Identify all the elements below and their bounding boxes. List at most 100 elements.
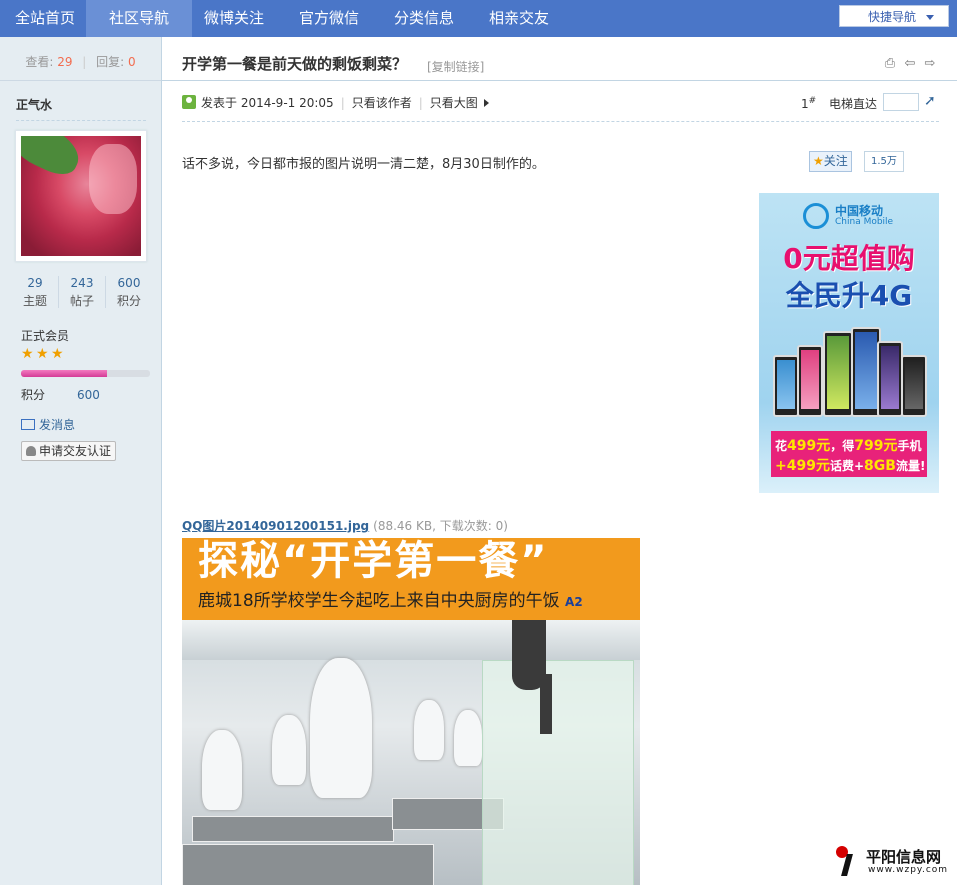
thread-stats: 查看: 29 | 回复: 0 bbox=[0, 37, 161, 81]
attachment-image[interactable]: 探秘“开学第一餐” 鹿城18所学校学生今起吃上来自中央厨房的午饭 A2 bbox=[182, 538, 640, 885]
author-divider bbox=[16, 120, 146, 121]
jump-arrow-icon[interactable]: ➚ bbox=[924, 93, 940, 109]
nav-home[interactable]: 全站首页 bbox=[15, 0, 75, 37]
stat-posts-value: 243 bbox=[70, 276, 94, 290]
floor-number: 1# bbox=[801, 96, 816, 111]
phone-image bbox=[823, 331, 853, 417]
score-value: 600 bbox=[77, 388, 100, 402]
ad-promo-price: +499元 bbox=[775, 458, 830, 474]
prev-thread-icon[interactable]: ⇦ bbox=[903, 57, 917, 71]
china-mobile-ad[interactable]: 中国移动 China Mobile 0元超值购 全民升4G 花499元，得799… bbox=[759, 193, 939, 493]
stat-score-value: 600 bbox=[117, 276, 141, 290]
stat-threads-label: 主题 bbox=[22, 294, 47, 308]
send-message-link[interactable]: 发消息 bbox=[21, 416, 75, 433]
follow-count: 1.5万 bbox=[864, 151, 904, 172]
ad-promo-price: 499元 bbox=[787, 438, 831, 454]
avatar-splash bbox=[89, 144, 137, 214]
elevator-label: 电梯直达 bbox=[829, 97, 878, 111]
nav-classifieds[interactable]: 分类信息 bbox=[394, 0, 454, 37]
play-icon[interactable] bbox=[483, 99, 489, 107]
post-info: 发表于 2014-9-1 20:05 | 只看该作者 | 只看大图 bbox=[182, 95, 489, 111]
watermark-logo-icon bbox=[830, 844, 860, 876]
ad-promo-text: ，得 bbox=[830, 439, 855, 453]
photo-worker bbox=[272, 715, 306, 785]
stat-threads[interactable]: 29 主题 bbox=[12, 274, 58, 310]
ad-headline-2: 全民升4G bbox=[785, 279, 913, 312]
follow-button[interactable]: ★关注 bbox=[809, 151, 852, 172]
floor-value: 1 bbox=[801, 97, 809, 111]
nav-community[interactable]: 社区导航 bbox=[86, 0, 193, 37]
replies-count: 0 bbox=[128, 55, 136, 69]
attachment-info: QQ图片20140901200151.jpg (88.46 KB, 下载次数: 0… bbox=[182, 517, 508, 534]
chevron-down-icon bbox=[926, 15, 934, 20]
rank-progress-fill bbox=[21, 370, 108, 377]
avatar-image bbox=[21, 136, 141, 256]
phone-image bbox=[797, 345, 823, 417]
nav-weibo[interactable]: 微博关注 bbox=[204, 0, 264, 37]
print-icon[interactable]: ⎙ bbox=[883, 57, 897, 71]
stat-posts-label: 帖子 bbox=[69, 294, 94, 308]
floor-sup: # bbox=[808, 96, 817, 106]
follow-label: 关注 bbox=[823, 154, 848, 168]
top-nav: 全站首页 社区导航 微博关注 官方微信 分类信息 相亲交友 快捷导航 bbox=[0, 0, 957, 37]
photo-worker bbox=[310, 658, 372, 798]
post-time: 发表于 2014-9-1 20:05 bbox=[201, 96, 334, 110]
avatar[interactable] bbox=[15, 130, 147, 262]
ad-promo-price: 8GB bbox=[864, 458, 896, 474]
user-group[interactable]: 正式会员 bbox=[21, 327, 69, 344]
online-status-icon bbox=[182, 95, 196, 109]
photo-packaging bbox=[482, 660, 634, 885]
nav-dating[interactable]: 相亲交友 bbox=[489, 0, 549, 37]
envelope-icon bbox=[21, 419, 35, 430]
header-tools: ⎙ ⇦ ⇨ bbox=[877, 56, 937, 71]
only-author-link[interactable]: 只看该作者 bbox=[352, 96, 412, 110]
send-message-label: 发消息 bbox=[39, 418, 76, 432]
author-sidebar: 查看: 29 | 回复: 0 正气水 29 主题 243 帖子 600 积分 正… bbox=[0, 37, 162, 885]
newspaper-subtitle-text: 鹿城18所学校学生今起吃上来自中央厨房的午饭 bbox=[198, 591, 560, 611]
attachment-meta: (88.46 KB, 下载次数: 0) bbox=[373, 519, 508, 533]
score-label: 积分 bbox=[21, 388, 46, 402]
ad-headline-1: 0元超值购 bbox=[783, 242, 915, 275]
photo-worker bbox=[202, 730, 242, 810]
apply-friend-label: 申请交友认证 bbox=[39, 444, 112, 458]
ad-promo-line-2: +499元话费+8GB流量! bbox=[775, 455, 925, 475]
china-mobile-logo-icon bbox=[803, 203, 829, 229]
only-big-image-link[interactable]: 只看大图 bbox=[430, 96, 478, 110]
nav-wechat[interactable]: 官方微信 bbox=[299, 0, 359, 37]
rank-star-icon: ★ bbox=[36, 346, 49, 362]
watermark-name: 平阳信息网 bbox=[866, 848, 942, 866]
ad-promo-text: 手机 bbox=[897, 439, 922, 453]
ad-brand-en: China Mobile bbox=[835, 217, 894, 227]
photo-trays bbox=[192, 816, 394, 842]
post-body: 话不多说，今日都市报的图片说明一清二楚，8月30日制作的。 bbox=[182, 157, 545, 172]
star-icon: ★ bbox=[813, 154, 824, 168]
next-thread-icon[interactable]: ⇨ bbox=[923, 57, 937, 71]
attachment-link[interactable]: QQ图片20140901200151.jpg bbox=[182, 519, 369, 533]
score-row: 积分 600 bbox=[21, 386, 100, 403]
author-stats: 29 主题 243 帖子 600 积分 bbox=[12, 274, 152, 314]
phone-image bbox=[773, 355, 799, 417]
rank-progress bbox=[21, 370, 150, 377]
apply-friend-button[interactable]: 申请交友认证 bbox=[21, 441, 117, 461]
quick-nav-dropdown[interactable]: 快捷导航 bbox=[839, 5, 949, 27]
avatar-leaf bbox=[21, 136, 87, 181]
site-watermark: 平阳信息网 www.wzpy.com bbox=[830, 844, 950, 880]
ad-logo: 中国移动 China Mobile bbox=[803, 201, 903, 235]
stat-score[interactable]: 600 积分 bbox=[106, 274, 152, 310]
quick-nav-label: 快捷导航 bbox=[868, 10, 917, 24]
stat-threads-value: 29 bbox=[27, 276, 43, 290]
stats-divider: | bbox=[82, 55, 87, 69]
newspaper-headline: 探秘“开学第一餐” bbox=[198, 538, 549, 584]
watermark-url: www.wzpy.com bbox=[868, 865, 949, 875]
photo-ceiling bbox=[182, 620, 640, 660]
views-count: 29 bbox=[57, 55, 73, 69]
elevator-input[interactable] bbox=[883, 93, 919, 111]
phone-image bbox=[901, 355, 927, 417]
photo-worker bbox=[454, 710, 482, 766]
ad-promo-price: 799元 bbox=[854, 438, 898, 454]
stat-posts[interactable]: 243 帖子 bbox=[59, 274, 105, 310]
ad-promo-line-1: 花499元，得799元手机 bbox=[775, 435, 922, 455]
newspaper-subtitle: 鹿城18所学校学生今起吃上来自中央厨房的午饭 A2 bbox=[198, 590, 583, 613]
copy-link[interactable]: [复制链接] bbox=[427, 58, 484, 75]
author-name[interactable]: 正气水 bbox=[16, 96, 52, 113]
